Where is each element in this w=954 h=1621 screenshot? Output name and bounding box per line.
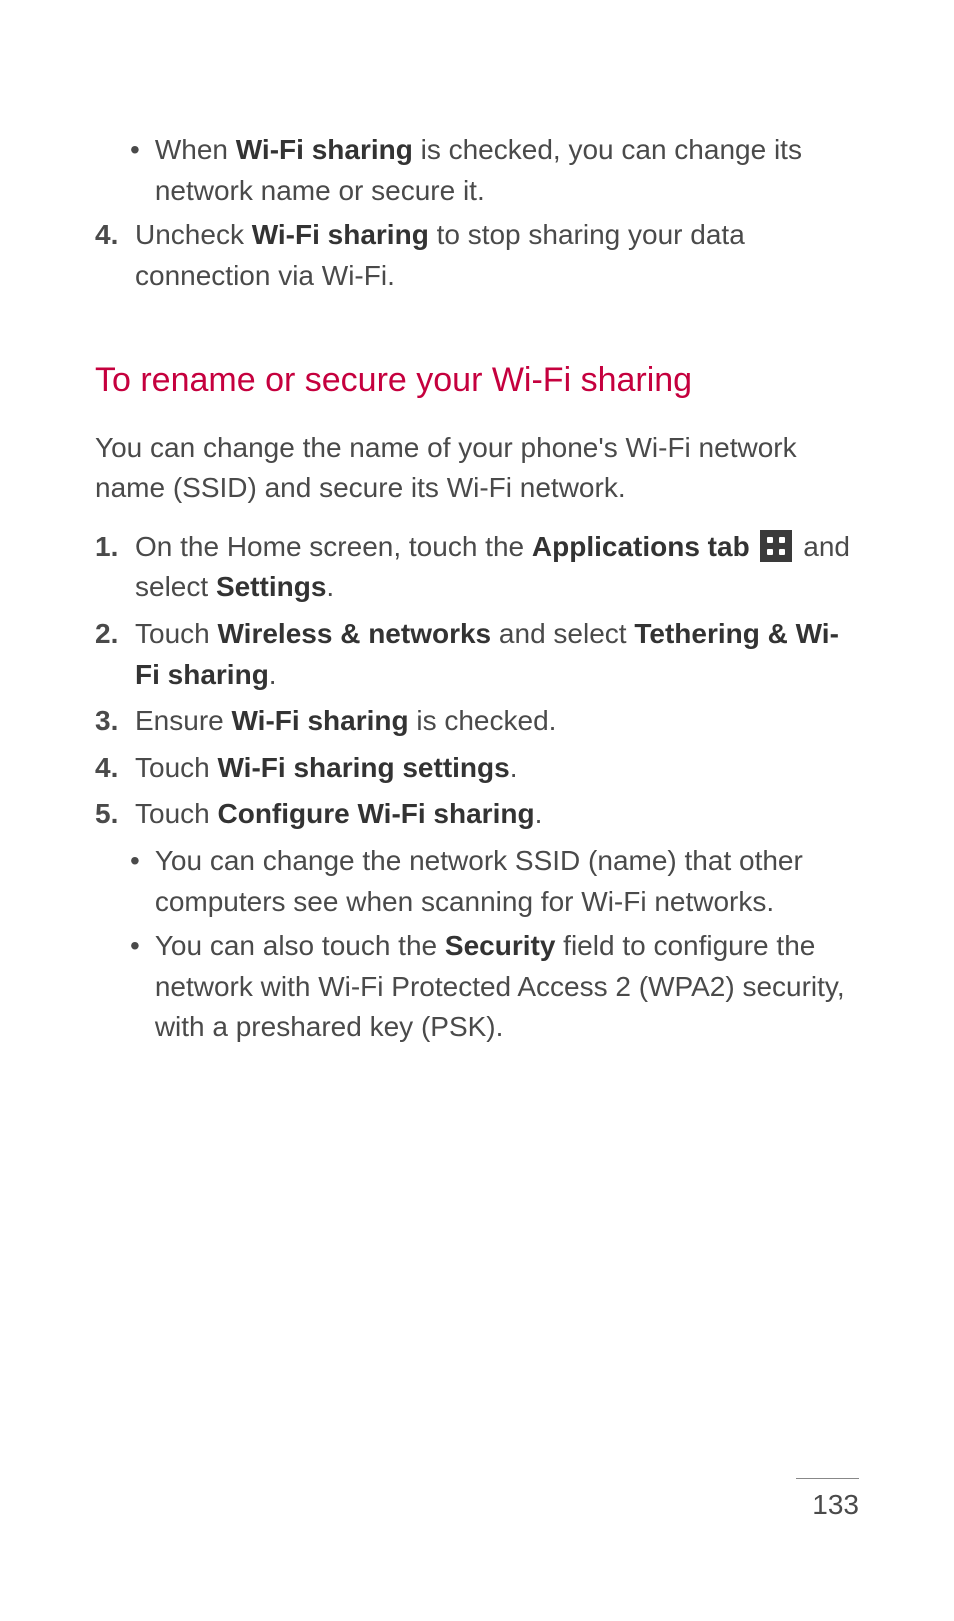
step-text: Touch Wireless & networks and select Tet…	[135, 614, 859, 695]
text-fragment: .	[535, 798, 543, 829]
bullet-mark: •	[130, 130, 140, 211]
text-fragment: You can also touch the	[155, 930, 445, 961]
bullet-text: You can also touch the Security field to…	[155, 926, 859, 1048]
text-fragment: Touch	[135, 618, 218, 649]
step-text: Uncheck Wi-Fi sharing to stop sharing yo…	[135, 215, 859, 296]
text-fragment: Ensure	[135, 705, 232, 736]
bold-text: Wi-Fi sharing settings	[218, 752, 510, 783]
step-text: Ensure Wi-Fi sharing is checked.	[135, 701, 859, 742]
step-number: 1.	[95, 527, 125, 608]
step-text: On the Home screen, touch the Applicatio…	[135, 527, 859, 608]
text-fragment: When	[155, 134, 236, 165]
step-3: 3. Ensure Wi-Fi sharing is checked.	[95, 701, 859, 742]
sub-bullet-b: • You can also touch the Security field …	[130, 926, 859, 1048]
section-heading: To rename or secure your Wi-Fi sharing	[95, 356, 859, 405]
text-fragment: is checked.	[409, 705, 557, 736]
step-text: Touch Configure Wi-Fi sharing.	[135, 794, 859, 835]
step-number: 3.	[95, 701, 125, 742]
bold-text: Settings	[216, 571, 326, 602]
bullet-text: You can change the network SSID (name) t…	[155, 841, 859, 922]
step-number: 2.	[95, 614, 125, 695]
text-fragment: .	[269, 659, 277, 690]
text-fragment: On the Home screen, touch the	[135, 531, 532, 562]
bullet-text: When Wi-Fi sharing is checked, you can c…	[155, 130, 859, 211]
step-number: 4.	[95, 748, 125, 789]
text-fragment: .	[326, 571, 334, 602]
bold-text: Wi-Fi sharing	[232, 705, 409, 736]
bold-text: Wi-Fi sharing	[252, 219, 429, 250]
step-5: 5. Touch Configure Wi-Fi sharing.	[95, 794, 859, 835]
bold-text: Wireless & networks	[218, 618, 492, 649]
bold-text: Wi-Fi sharing	[236, 134, 413, 165]
text-fragment: Touch	[135, 752, 218, 783]
step-4-top: 4. Uncheck Wi-Fi sharing to stop sharing…	[95, 215, 859, 296]
intro-paragraph: You can change the name of your phone's …	[95, 428, 859, 509]
applications-tab-icon	[760, 530, 792, 562]
step-4: 4. Touch Wi-Fi sharing settings.	[95, 748, 859, 789]
bold-text: Configure Wi-Fi sharing	[218, 798, 535, 829]
bold-text: Security	[445, 930, 556, 961]
step-1: 1. On the Home screen, touch the Applica…	[95, 527, 859, 608]
step-number: 5.	[95, 794, 125, 835]
step-number: 4.	[95, 215, 125, 296]
text-fragment: Touch	[135, 798, 218, 829]
bullet-mark: •	[130, 841, 140, 922]
bold-text: Applications tab	[532, 531, 750, 562]
text-fragment: .	[510, 752, 518, 783]
text-fragment: and select	[491, 618, 634, 649]
step-text: Touch Wi-Fi sharing settings.	[135, 748, 859, 789]
page-number: 133	[796, 1478, 859, 1526]
step-2: 2. Touch Wireless & networks and select …	[95, 614, 859, 695]
text-fragment: Uncheck	[135, 219, 252, 250]
sub-bullet-a: • You can change the network SSID (name)…	[130, 841, 859, 922]
bullet-mark: •	[130, 926, 140, 1048]
top-bullet-item: • When Wi-Fi sharing is checked, you can…	[130, 130, 859, 211]
